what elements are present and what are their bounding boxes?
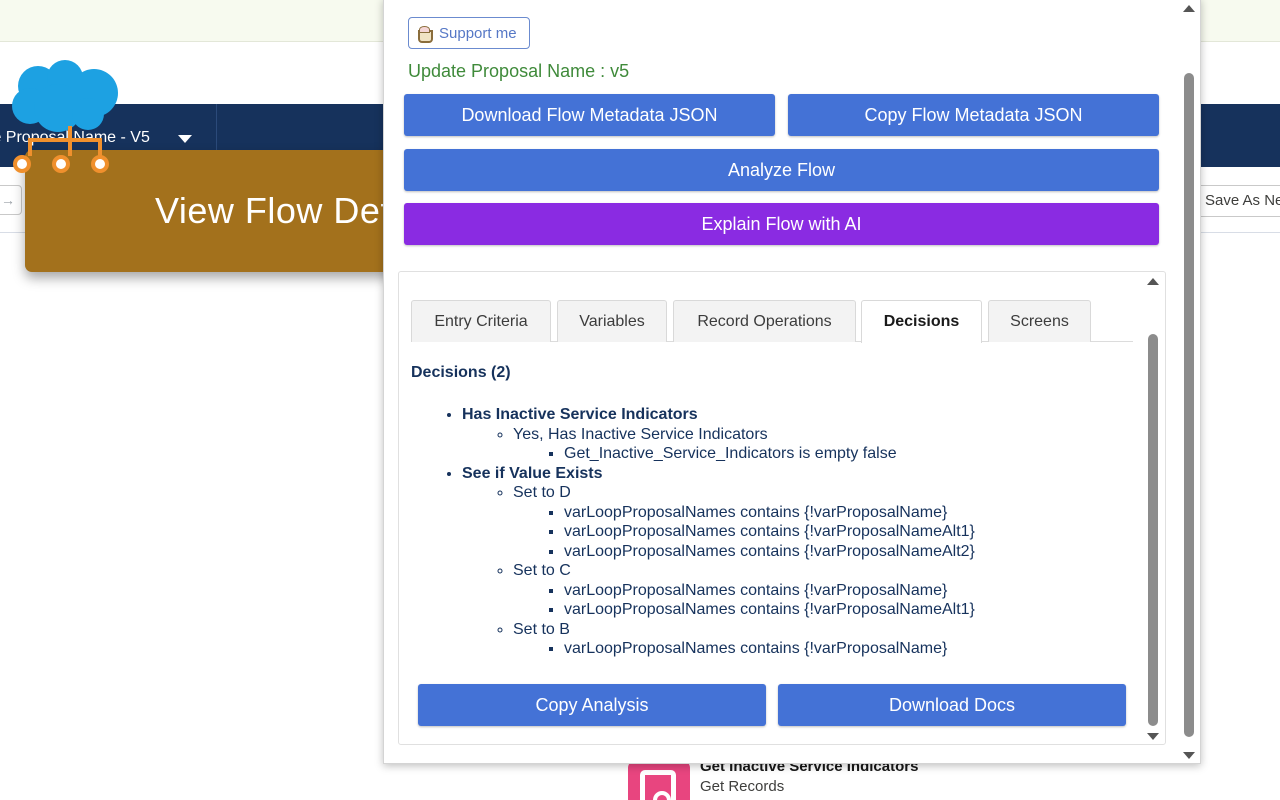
cloud-flow-logo-icon <box>12 60 118 173</box>
get-records-node-icon[interactable] <box>628 760 690 800</box>
condition-item: varLoopProposalNames contains {!varPropo… <box>564 522 1131 542</box>
flow-name-label: Update Proposal Name : v5 <box>408 61 630 81</box>
redo-icon[interactable]: → <box>0 185 22 215</box>
decision-name: Has Inactive Service Indicators <box>462 406 698 423</box>
save-as-button[interactable]: Save As Ne <box>1196 185 1280 217</box>
results-scrollbar[interactable] <box>1147 278 1161 740</box>
outcome-item: Set to B varLoopProposalNames contains {… <box>513 620 1131 659</box>
analyze-flow-button[interactable]: Analyze Flow <box>404 149 1159 191</box>
scrollbar-thumb[interactable] <box>1184 73 1194 737</box>
outcome-label: Set to B <box>513 620 570 638</box>
outcome-label: Set to C <box>513 562 571 579</box>
scroll-up-arrow-icon[interactable] <box>1147 278 1159 285</box>
tab-screens[interactable]: Screens <box>988 300 1091 342</box>
copy-analysis-button[interactable]: Copy Analysis <box>418 684 766 726</box>
decisions-content: Decisions (2) Has Inactive Service Indic… <box>411 364 1131 659</box>
decision-name: See if Value Exists <box>462 464 603 482</box>
condition-item: Get_Inactive_Service_Indicators is empty… <box>564 444 1131 464</box>
scrollbar-thumb[interactable] <box>1148 334 1158 726</box>
download-flow-metadata-json-button[interactable]: Download Flow Metadata JSON <box>404 94 775 136</box>
scroll-down-arrow-icon[interactable] <box>1147 733 1159 740</box>
decision-item: Has Inactive Service Indicators Yes, Has… <box>462 405 1131 464</box>
coffee-cup-icon <box>417 26 433 43</box>
condition-item: varLoopProposalNames contains {!varPropo… <box>564 542 1131 562</box>
outcome-label: Yes, Has Inactive Service Indicators <box>513 425 768 443</box>
popup-scrollbar[interactable] <box>1183 5 1197 759</box>
tab-record-operations[interactable]: Record Operations <box>673 300 856 342</box>
support-me-button[interactable]: Support me <box>408 17 530 49</box>
condition-item: varLoopProposalNames contains {!varPropo… <box>564 581 1131 601</box>
decisions-heading: Decisions (2) <box>411 364 511 381</box>
tab-variables[interactable]: Variables <box>557 300 667 342</box>
explain-flow-ai-button[interactable]: Explain Flow with AI <box>404 203 1159 245</box>
decision-list: Has Inactive Service Indicators Yes, Has… <box>411 405 1131 659</box>
flow-details-popup: Support me Update Proposal Name : v5 Dow… <box>383 0 1201 764</box>
outcome-item: Yes, Has Inactive Service Indicators Get… <box>513 425 1131 464</box>
support-me-label: Support me <box>439 24 517 42</box>
canvas-node-type: Get Records <box>700 778 785 795</box>
tab-entry-criteria[interactable]: Entry Criteria <box>411 300 551 342</box>
outcome-item: Set to D varLoopProposalNames contains {… <box>513 483 1131 561</box>
outcome-label: Set to D <box>513 484 571 501</box>
analysis-tabs: Entry Criteria Variables Record Operatio… <box>411 300 1133 343</box>
copy-flow-metadata-json-button[interactable]: Copy Flow Metadata JSON <box>788 94 1159 136</box>
outcome-item: Set to C varLoopProposalNames contains {… <box>513 561 1131 620</box>
condition-item: varLoopProposalNames contains {!varPropo… <box>564 600 1131 620</box>
tab-decisions[interactable]: Decisions <box>861 300 982 343</box>
download-docs-button[interactable]: Download Docs <box>778 684 1126 726</box>
decision-item: See if Value Exists Set to D varLoopProp… <box>462 464 1131 659</box>
chevron-down-icon[interactable] <box>178 135 192 143</box>
condition-item: varLoopProposalNames contains {!varPropo… <box>564 503 1131 523</box>
scroll-up-arrow-icon[interactable] <box>1183 5 1195 12</box>
analysis-results-panel: Entry Criteria Variables Record Operatio… <box>398 271 1166 745</box>
scroll-down-arrow-icon[interactable] <box>1183 752 1195 759</box>
condition-item: varLoopProposalNames contains {!varPropo… <box>564 639 1131 659</box>
